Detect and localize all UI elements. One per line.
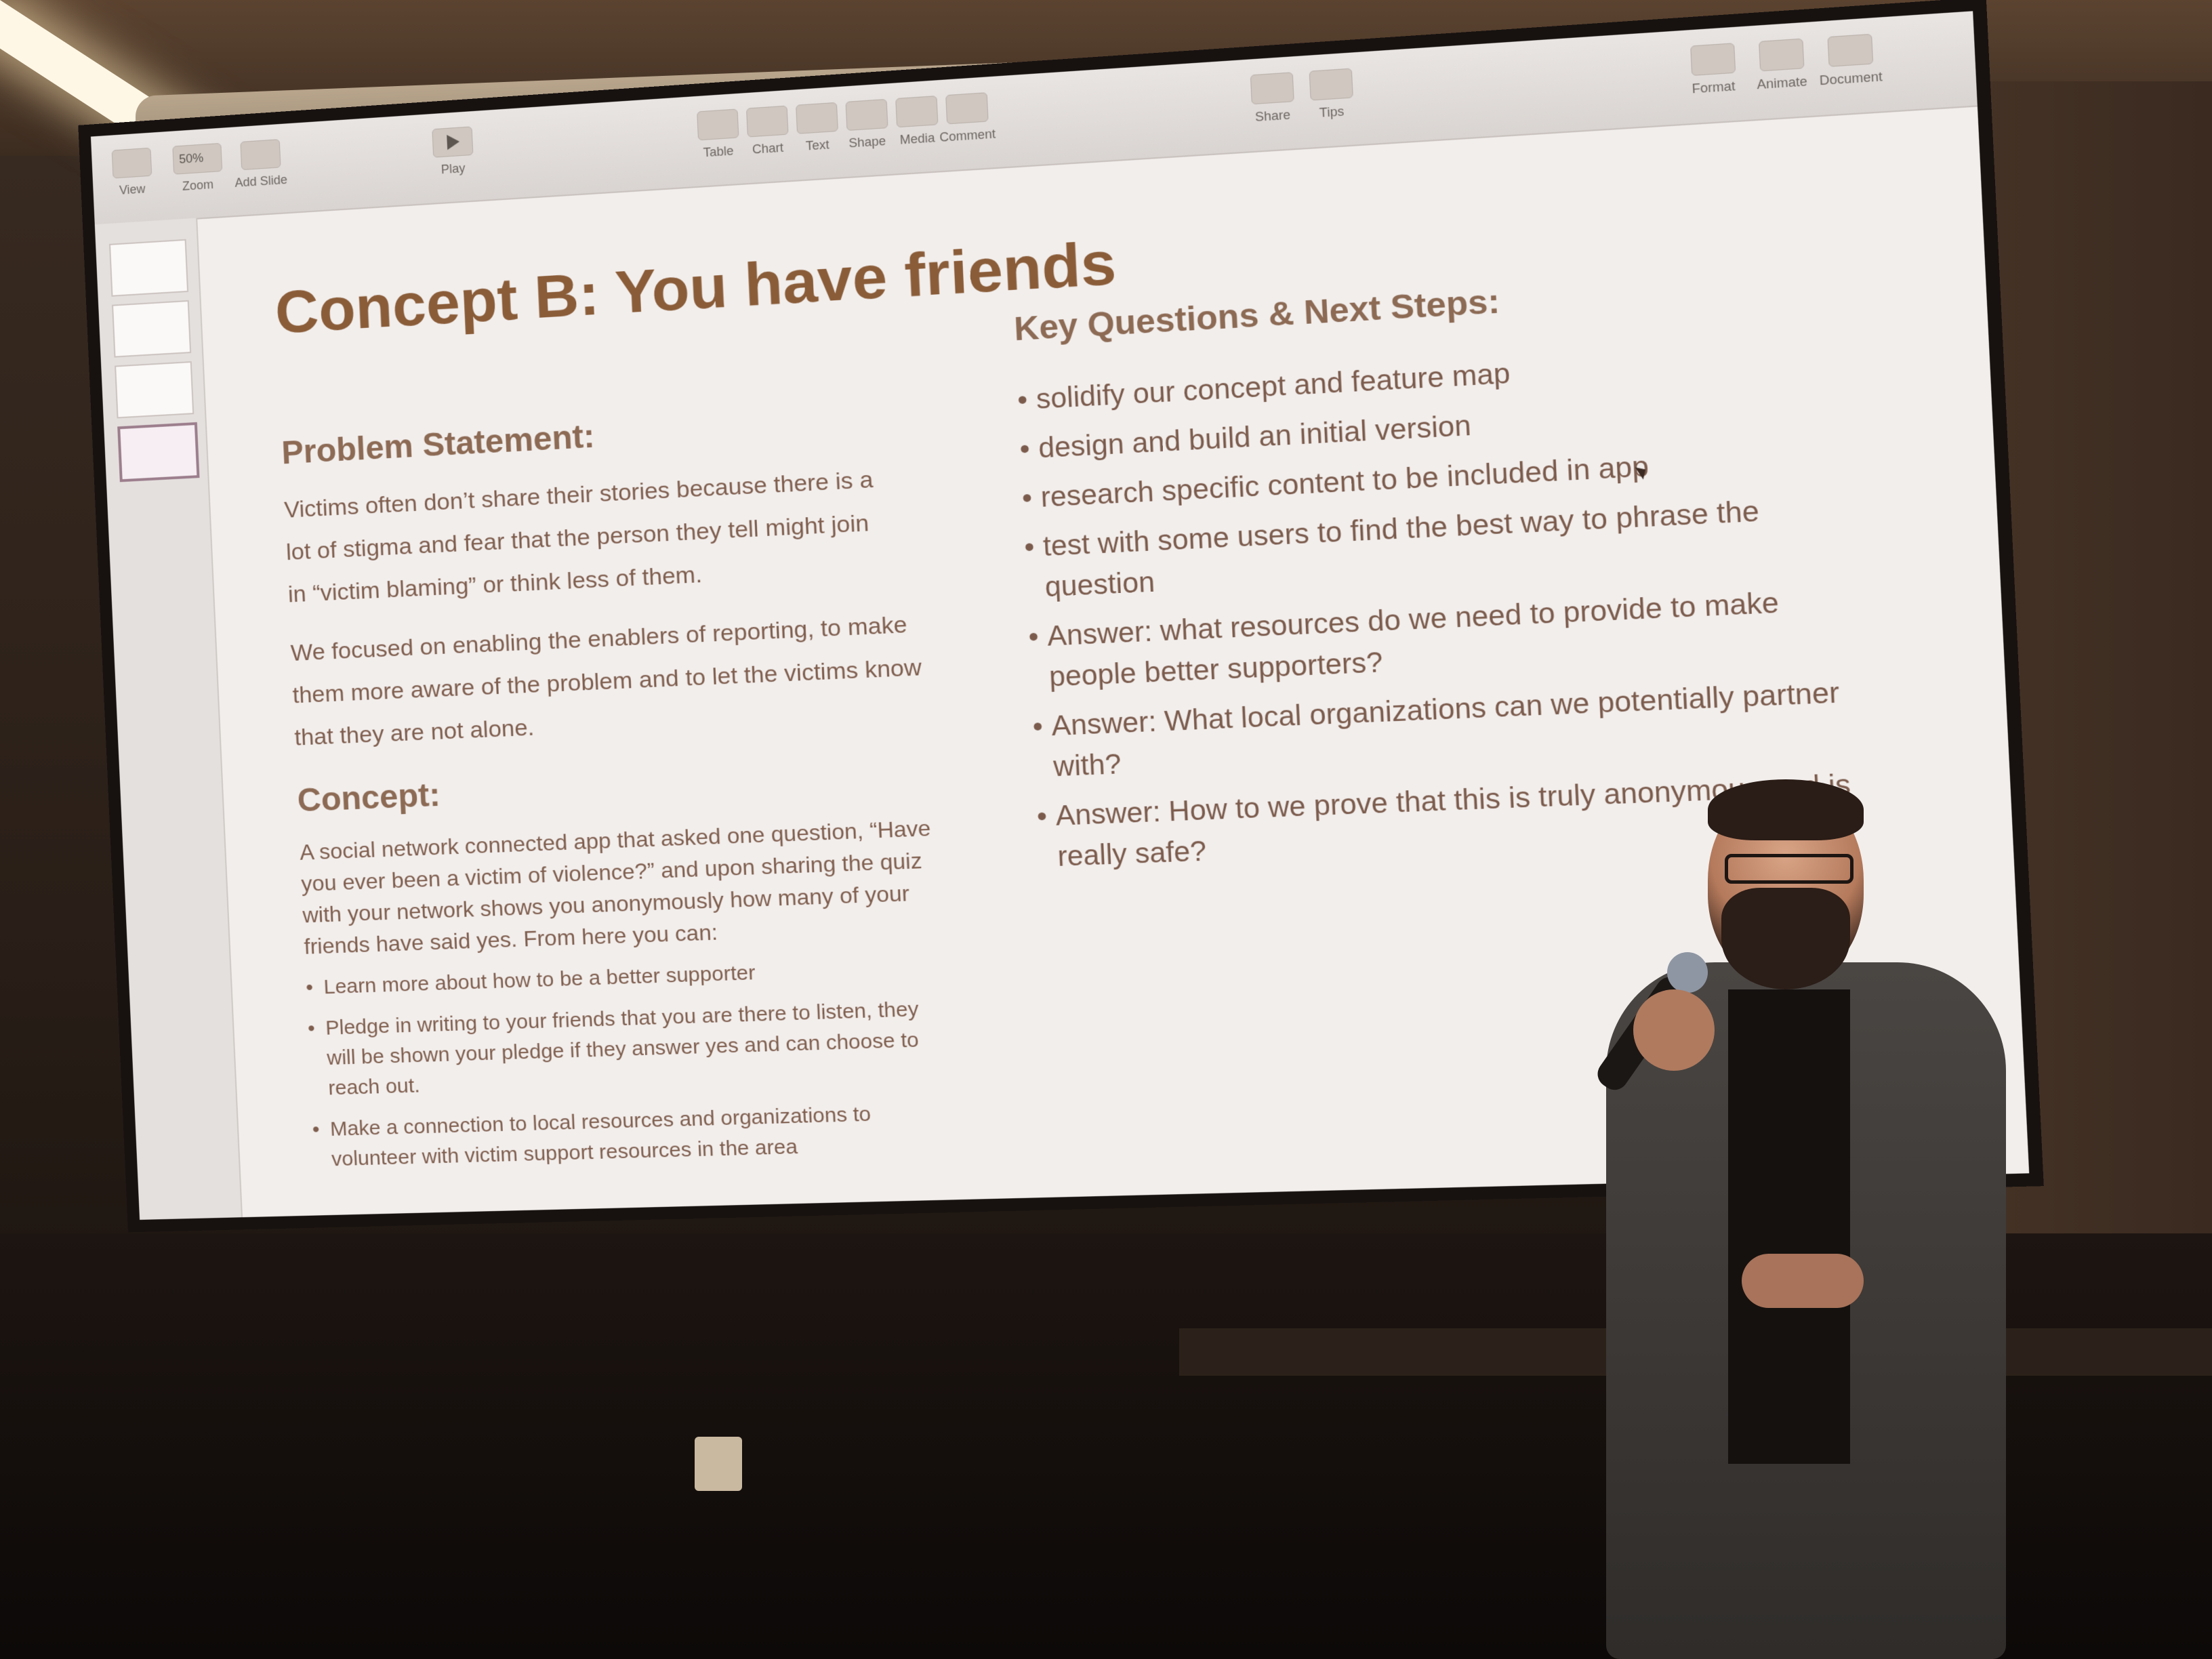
presenter-hand [1742, 1254, 1864, 1308]
view-label: View [95, 180, 169, 199]
slide-thumbnail-active[interactable] [117, 422, 199, 482]
wall-outlet [695, 1437, 742, 1491]
zoom-select[interactable]: 50% [172, 143, 222, 175]
view-button[interactable] [112, 148, 152, 179]
zoom-value: 50% [179, 151, 204, 167]
format-button[interactable] [1690, 43, 1736, 76]
list-item: Pledge in writing to your friends that y… [307, 994, 956, 1105]
slide-thumbnail[interactable] [109, 239, 188, 297]
glasses [1725, 854, 1853, 884]
problem-paragraph-2: We focused on enabling the enablers of r… [290, 602, 925, 759]
table-button[interactable] [697, 108, 739, 140]
add-slide-label: Add Slide [224, 172, 299, 191]
tips-button[interactable] [1309, 68, 1353, 101]
animate-button[interactable] [1759, 39, 1804, 72]
concept-paragraph: A social network connected app that aske… [299, 811, 949, 962]
list-item: Learn more about how to be a better supp… [305, 951, 951, 1004]
comment-button[interactable] [945, 92, 989, 124]
problem-heading: Problem Statement: [281, 417, 595, 472]
presenter-hand [1633, 989, 1715, 1071]
play-label: Play [415, 159, 491, 178]
presenter [1579, 786, 2053, 1659]
shape-button[interactable] [845, 99, 888, 131]
document-button[interactable] [1827, 34, 1873, 67]
presenter-hair [1708, 779, 1864, 840]
list-item: Make a connection to local resources and… [312, 1097, 959, 1175]
microphone-head [1667, 952, 1708, 993]
media-button[interactable] [895, 96, 938, 127]
presenter-shirt [1728, 989, 1850, 1464]
slide-thumbnail[interactable] [115, 361, 194, 418]
play-icon [447, 134, 459, 150]
play-button[interactable] [432, 126, 473, 157]
slide-title: Concept B: You have friends [274, 227, 1118, 348]
concept-heading: Concept: [297, 776, 441, 819]
tips-label: Tips [1291, 102, 1373, 123]
document-label: Document [1809, 68, 1894, 89]
chart-button[interactable] [746, 106, 789, 138]
comment-label: Comment [928, 126, 1008, 146]
presenter-beard [1721, 888, 1850, 989]
concept-bullet-list: Learn more about how to be a better supp… [305, 951, 960, 1187]
add-slide-button[interactable] [240, 139, 281, 170]
slide-thumbnail[interactable] [112, 300, 191, 358]
problem-paragraph-1: Victims often don’t share their stories … [283, 457, 889, 616]
text-button[interactable] [796, 102, 838, 134]
share-button[interactable] [1250, 72, 1294, 104]
